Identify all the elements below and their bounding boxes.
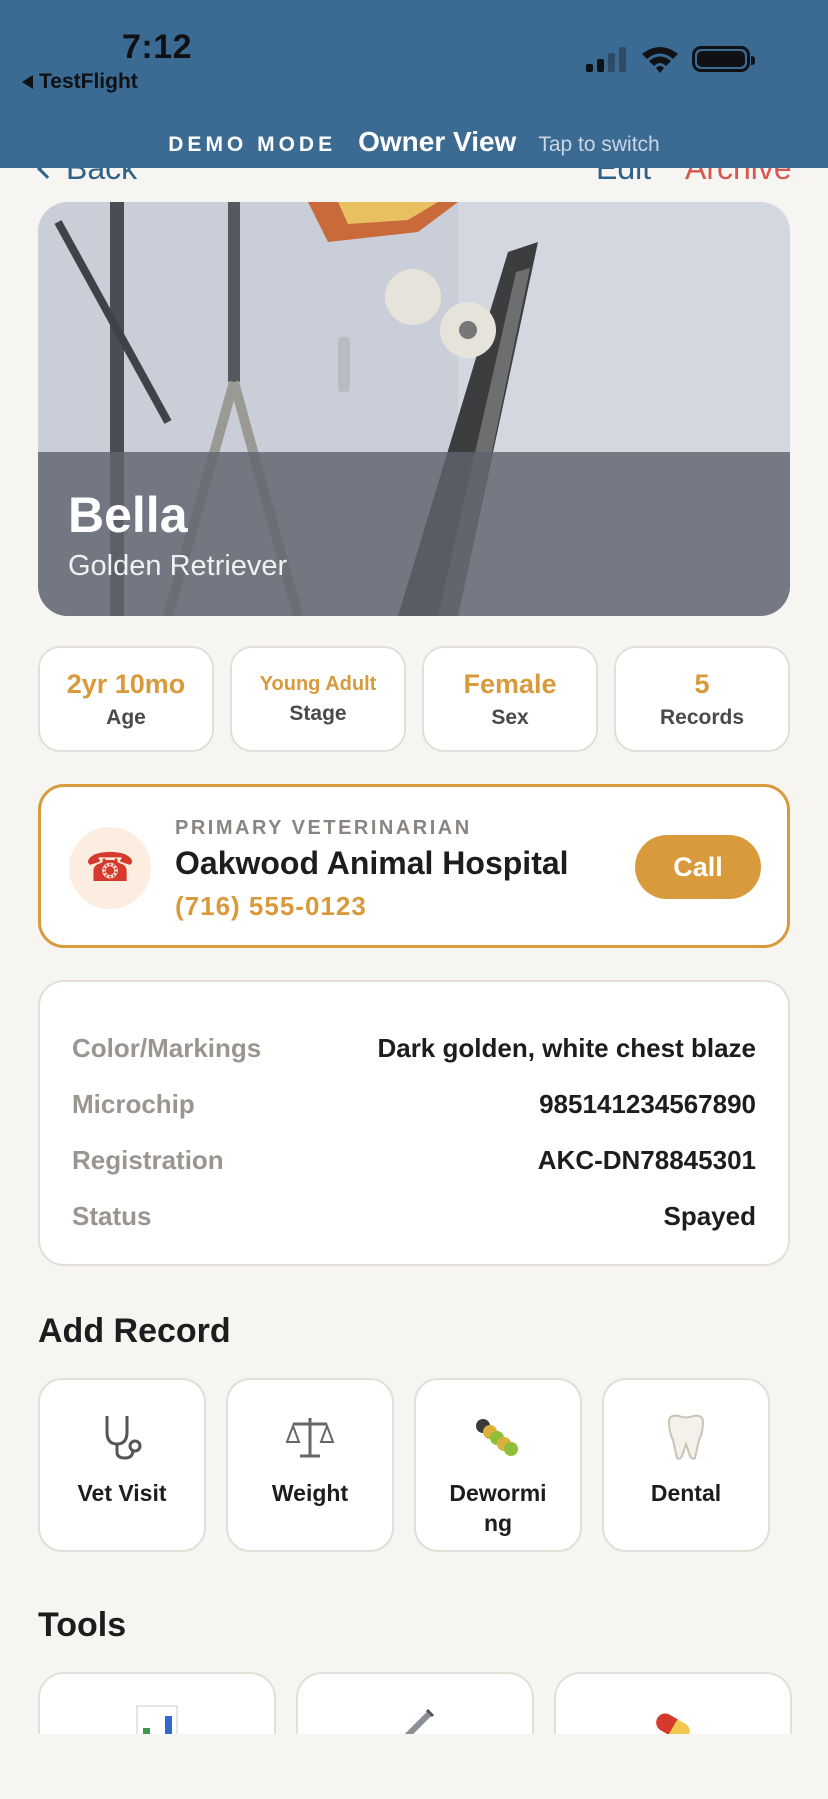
current-view-label: Owner View — [358, 126, 517, 157]
stat-value: Young Adult — [259, 672, 377, 695]
detail-value: 985141234567890 — [539, 1088, 756, 1119]
stat-value: 2yr 10mo — [66, 668, 186, 699]
add-record-tiles: Vet Visit Weight Deworming Dental — [38, 1378, 770, 1552]
bottom-fade — [0, 1734, 828, 1799]
stat-label: Age — [106, 705, 146, 729]
back-arrow-icon — [22, 75, 33, 89]
testflight-label: TestFlight — [39, 70, 138, 93]
detail-key: Color/Markings — [72, 1032, 262, 1063]
worm-icon — [473, 1410, 523, 1464]
stat-value: 5 — [694, 668, 710, 699]
vet-phone[interactable]: (716) 555-0123 — [175, 891, 367, 922]
demo-mode-label: DEMO MODE — [168, 133, 337, 156]
telephone-icon: ☎ — [69, 827, 151, 909]
demo-banner[interactable]: 7:12 TestFlight DEMO MODE Owner View Tap… — [0, 0, 828, 168]
demo-mode-switch[interactable]: DEMO MODE Owner View Tap to switch — [0, 126, 828, 158]
tile-label: Vet Visit — [77, 1480, 167, 1506]
pet-name: Bella — [68, 487, 188, 543]
detail-row-microchip: Microchip 985141234567890 — [72, 1076, 756, 1132]
detail-key: Registration — [72, 1144, 224, 1175]
stat-age: 2yr 10mo Age — [38, 646, 214, 752]
pet-photo: Bella Golden Retriever — [38, 202, 790, 616]
detail-row-status: Status Spayed — [72, 1188, 756, 1244]
tooth-icon — [661, 1410, 711, 1464]
vet-kicker: PRIMARY VETERINARIAN — [175, 817, 472, 839]
add-record-heading: Add Record — [38, 1312, 231, 1350]
tile-label: Weight — [271, 1480, 349, 1506]
pill-icon — [651, 1704, 695, 1734]
stat-label: Sex — [491, 705, 529, 729]
stat-records[interactable]: 5 Records — [614, 646, 790, 752]
battery-icon — [692, 46, 755, 72]
add-vet-visit-button[interactable]: Vet Visit — [38, 1378, 206, 1552]
switch-hint: Tap to switch — [538, 133, 660, 156]
stat-sex: Female Sex — [422, 646, 598, 752]
tools-row — [0, 1672, 828, 1734]
detail-row-color: Color/Markings Dark golden, white chest … — [72, 1020, 756, 1076]
pet-breed: Golden Retriever — [68, 550, 288, 582]
wifi-icon — [642, 47, 678, 73]
detail-row-registration: Registration AKC-DN78845301 — [72, 1132, 756, 1188]
detail-value: Spayed — [663, 1200, 757, 1231]
chart-icon — [135, 1704, 179, 1734]
tile-label: Deworming — [449, 1480, 547, 1536]
stat-label: Records — [659, 705, 745, 729]
add-deworming-button[interactable]: Deworming — [414, 1378, 582, 1552]
call-button[interactable]: Call — [635, 835, 761, 899]
stethoscope-icon — [97, 1410, 147, 1464]
scale-icon — [285, 1410, 335, 1464]
detail-key: Microchip — [72, 1088, 195, 1119]
tool-medication-button[interactable] — [554, 1672, 792, 1734]
tools-heading: Tools — [38, 1606, 127, 1644]
tool-chart-button[interactable] — [38, 1672, 276, 1734]
detail-key: Status — [72, 1200, 152, 1231]
back-to-testflight[interactable]: TestFlight — [22, 70, 138, 94]
tile-label: Dental — [650, 1480, 722, 1506]
primary-vet-card: ☎ PRIMARY VETERINARIAN Oakwood Animal Ho… — [38, 784, 790, 948]
status-time: 7:12 — [122, 28, 193, 66]
add-dental-button[interactable]: Dental — [602, 1378, 770, 1552]
tool-vaccine-button[interactable] — [296, 1672, 534, 1734]
stat-value: Female — [463, 668, 557, 699]
pet-details-card: Color/Markings Dark golden, white chest … — [38, 980, 790, 1266]
pet-stats: 2yr 10mo Age Young Adult Stage Female Se… — [38, 646, 790, 752]
stat-stage: Young Adult Stage — [230, 646, 406, 752]
detail-value: Dark golden, white chest blaze — [377, 1032, 756, 1063]
add-weight-button[interactable]: Weight — [226, 1378, 394, 1552]
vet-name: Oakwood Animal Hospital — [175, 845, 569, 881]
stat-label: Stage — [289, 701, 347, 725]
detail-value: AKC-DN78845301 — [537, 1144, 756, 1175]
syringe-icon — [393, 1704, 437, 1734]
cellular-signal-icon — [586, 46, 626, 72]
